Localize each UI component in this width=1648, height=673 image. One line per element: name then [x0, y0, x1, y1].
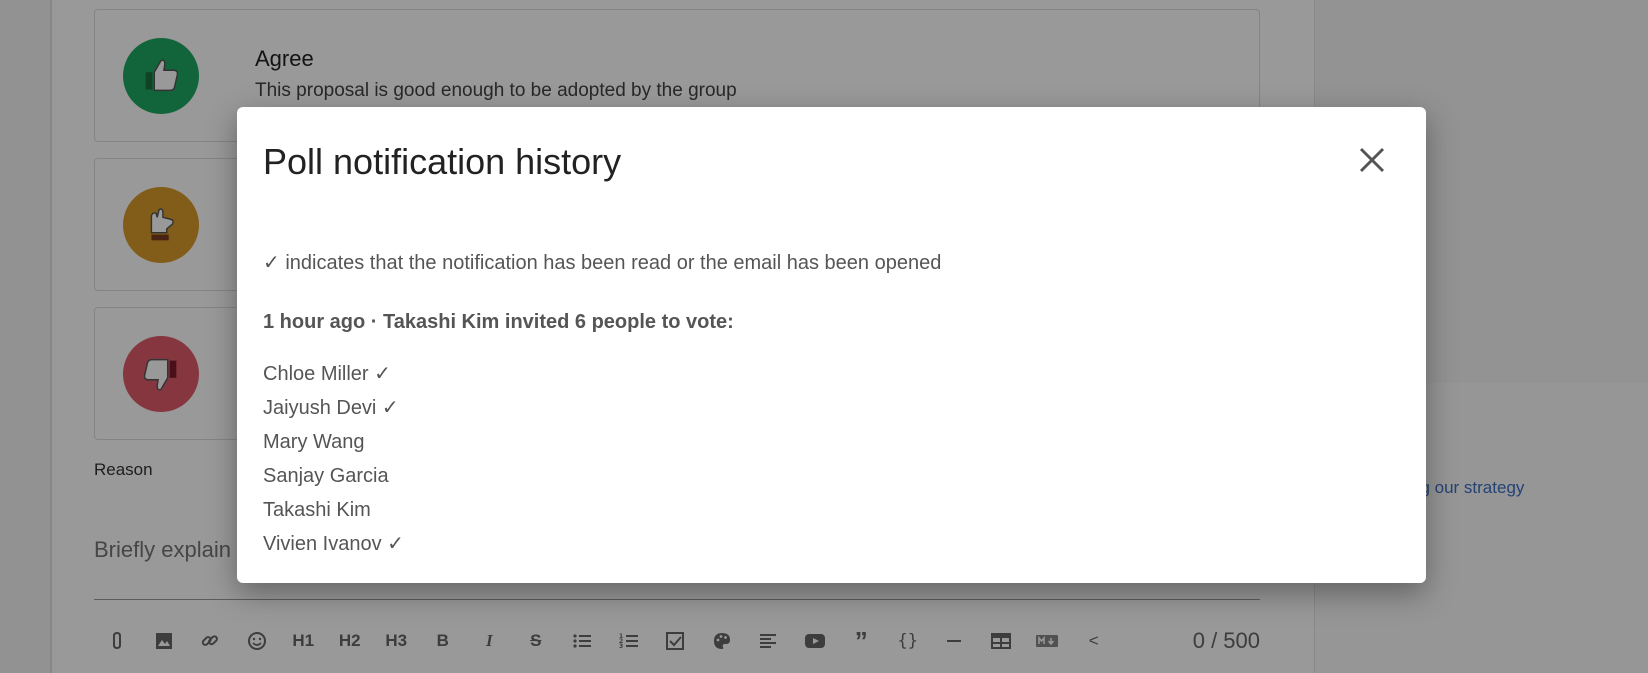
notification-event-heading: 1 hour ago · Takashi Kim invited 6 peopl…: [263, 311, 734, 333]
list-item: Chloe Miller ✓: [263, 363, 391, 385]
list-item: Vivien Ivanov ✓: [263, 533, 404, 555]
recipient-list: Chloe Miller ✓ Jaiyush Devi ✓ Mary Wang …: [263, 357, 404, 561]
list-item: Takashi Kim: [263, 499, 371, 521]
read-indicator-help: ✓ indicates that the notification has be…: [263, 252, 942, 274]
list-item: Mary Wang: [263, 431, 365, 453]
list-item: Sanjay Garcia: [263, 465, 389, 487]
close-icon[interactable]: [1347, 135, 1397, 185]
notification-history-dialog: Poll notification history ✓ indicates th…: [237, 107, 1426, 583]
dialog-title: Poll notification history: [263, 141, 622, 182]
list-item: Jaiyush Devi ✓: [263, 397, 399, 419]
